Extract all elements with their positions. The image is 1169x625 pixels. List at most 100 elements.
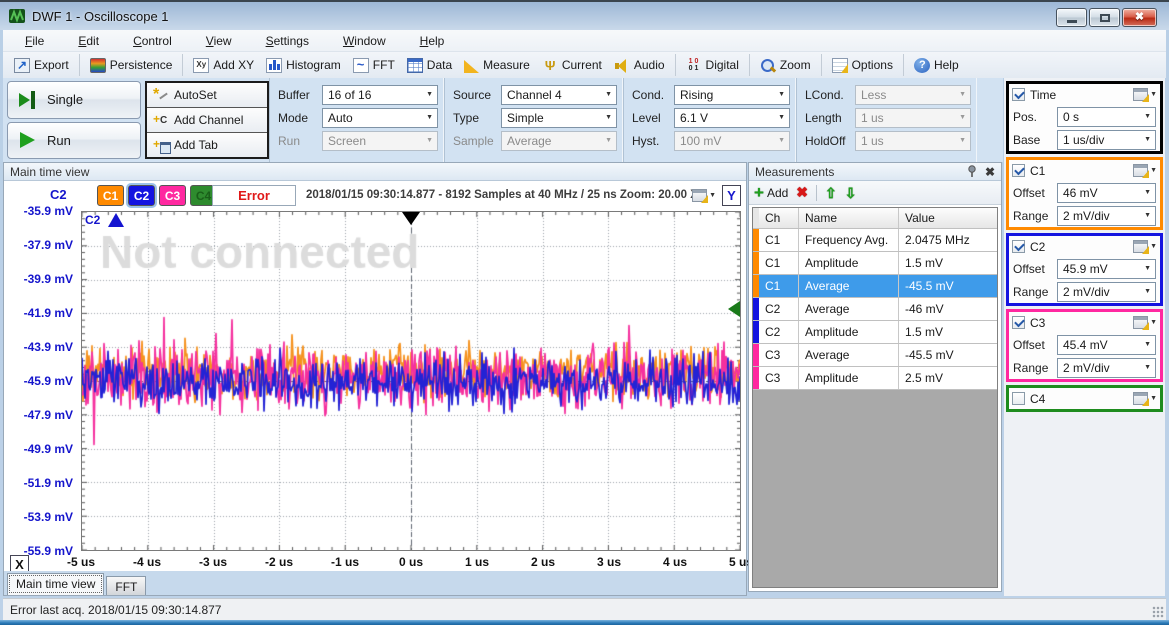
combo-field[interactable]: 45.4 mV▼: [1057, 335, 1156, 355]
chevron-down-icon[interactable]: ▼: [1150, 167, 1157, 174]
combo-field[interactable]: 1 us▼: [855, 131, 971, 151]
tab-fft[interactable]: FFT: [106, 576, 146, 595]
menu-item[interactable]: Window: [339, 32, 390, 50]
measurement-row[interactable]: C2 Amplitude 1.5 mV: [753, 321, 997, 344]
audio-button[interactable]: Audio: [609, 54, 672, 76]
delete-measurement-icon[interactable]: ✖: [796, 184, 808, 201]
minimize-button[interactable]: [1056, 8, 1087, 27]
move-down-icon[interactable]: ⇩: [845, 186, 857, 200]
c2-settings-icon[interactable]: [1133, 240, 1148, 253]
measurement-row[interactable]: C2 Average -46 mV: [753, 298, 997, 321]
combo-field[interactable]: Channel 4▼: [501, 85, 617, 105]
combo-field[interactable]: Simple▼: [501, 108, 617, 128]
c2-offset-marker-label: C2: [85, 213, 100, 227]
c2-checkbox[interactable]: [1012, 240, 1025, 253]
measurement-row[interactable]: C1 Average -45.5 mV: [753, 275, 997, 298]
pulse-fields: LCond. Less▼ Length 1 us▼ HoldOff 1 us▼: [796, 78, 977, 162]
waveform-plot[interactable]: C2: [81, 211, 741, 551]
combo-field[interactable]: Less▼: [855, 85, 971, 105]
move-up-icon[interactable]: ⇧: [825, 186, 837, 200]
c1-checkbox[interactable]: [1012, 164, 1025, 177]
combo-field[interactable]: 0 s▼: [1057, 107, 1156, 127]
menu-item[interactable]: File: [21, 32, 48, 50]
combo-field[interactable]: Screen▼: [322, 131, 438, 151]
measurement-row[interactable]: C3 Amplitude 2.5 mV: [753, 367, 997, 390]
chevron-down-icon[interactable]: ▼: [1150, 319, 1157, 326]
autoset-button[interactable]: AutoSet: [147, 83, 267, 108]
combo-field[interactable]: 45.9 mV▼: [1057, 259, 1156, 279]
channel-toggle-button[interactable]: C3: [159, 185, 186, 206]
chevron-down-icon[interactable]: ▼: [1150, 91, 1157, 98]
combo-field[interactable]: 16 of 16▼: [322, 85, 438, 105]
menu-item[interactable]: Settings: [262, 32, 313, 50]
combo-field[interactable]: Auto▼: [322, 108, 438, 128]
error-status-button[interactable]: Error: [212, 185, 296, 206]
add-xy-button[interactable]: Add XY: [182, 54, 261, 76]
menu-item[interactable]: View: [202, 32, 236, 50]
time-checkbox[interactable]: [1012, 88, 1025, 101]
trigger-level-marker[interactable]: [728, 301, 740, 317]
combo-field[interactable]: 1 us/div▼: [1057, 130, 1156, 150]
combo-field[interactable]: 2 mV/div▼: [1057, 206, 1156, 226]
close-button[interactable]: ✖: [1122, 8, 1157, 27]
group-title: C1: [1030, 164, 1045, 178]
menu-item[interactable]: Edit: [74, 32, 103, 50]
plot-settings-icon[interactable]: [692, 189, 707, 202]
combo-field[interactable]: 1 us▼: [855, 108, 971, 128]
combo-field[interactable]: Average▼: [501, 131, 617, 151]
channel-toggle-button[interactable]: C1: [97, 185, 124, 206]
measurement-row[interactable]: C1 Frequency Avg. 2.0475 MHz: [753, 229, 997, 252]
resize-grip[interactable]: [1152, 606, 1164, 618]
add-tab-button[interactable]: Add Tab: [147, 133, 267, 157]
measurement-row[interactable]: C1 Amplitude 1.5 mV: [753, 252, 997, 275]
export-button[interactable]: Export: [9, 54, 76, 76]
pin-icon[interactable]: [967, 165, 977, 178]
persistence-button[interactable]: Persistence: [79, 54, 180, 76]
combo-field[interactable]: 100 mV▼: [674, 131, 790, 151]
separator: [816, 185, 817, 201]
column-header-value[interactable]: Value: [899, 208, 997, 228]
c3-settings-icon[interactable]: [1133, 316, 1148, 329]
zoom-button[interactable]: Zoom: [749, 54, 818, 76]
combo-field[interactable]: 2 mV/div▼: [1057, 358, 1156, 378]
measure-button[interactable]: Measure: [459, 54, 537, 76]
help-button[interactable]: Help: [903, 54, 966, 76]
combo-field[interactable]: 2 mV/div▼: [1057, 282, 1156, 302]
c2-offset-marker[interactable]: [108, 213, 124, 227]
fft-button[interactable]: FFT: [348, 54, 402, 76]
combo-field[interactable]: 6.1 V▼: [674, 108, 790, 128]
digital-button[interactable]: Digital: [675, 54, 746, 76]
maximize-button[interactable]: [1089, 8, 1120, 27]
close-panel-icon[interactable]: ✖: [985, 165, 995, 179]
chevron-down-icon[interactable]: ▼: [1150, 243, 1157, 250]
options-button[interactable]: Options: [821, 54, 900, 76]
data-button[interactable]: Data: [402, 54, 459, 76]
c4-checkbox[interactable]: [1012, 392, 1025, 405]
histogram-button[interactable]: Histogram: [261, 54, 348, 76]
tab-main-time-view[interactable]: Main time view: [7, 573, 104, 595]
c1-settings-icon[interactable]: [1133, 164, 1148, 177]
combo-field[interactable]: 46 mV▼: [1057, 183, 1156, 203]
column-header-name[interactable]: Name: [799, 208, 899, 228]
waveform-canvas[interactable]: [82, 212, 740, 550]
column-header-ch[interactable]: Ch: [759, 208, 799, 228]
menu-item[interactable]: Help: [416, 32, 449, 50]
y-axis-button[interactable]: Y: [722, 185, 741, 206]
y-axis-channel-label[interactable]: C2: [50, 187, 67, 202]
current-button[interactable]: Current: [537, 54, 609, 76]
single-button[interactable]: Single: [7, 81, 141, 119]
add-measurement-button[interactable]: + Add: [754, 186, 788, 200]
measurement-row[interactable]: C3 Average -45.5 mV: [753, 344, 997, 367]
trigger-position-marker[interactable]: [402, 212, 420, 225]
combo-field[interactable]: Rising▼: [674, 85, 790, 105]
c4-settings-icon[interactable]: [1133, 392, 1148, 405]
chevron-down-icon[interactable]: ▼: [709, 192, 716, 199]
chevron-down-icon[interactable]: ▼: [1150, 395, 1157, 402]
chevron-down-icon: ▼: [422, 114, 437, 121]
add-channel-button[interactable]: Add Channel: [147, 108, 267, 133]
run-button[interactable]: Run: [7, 122, 141, 160]
time-settings-icon[interactable]: [1133, 88, 1148, 101]
c3-checkbox[interactable]: [1012, 316, 1025, 329]
channel-toggle-button[interactable]: C2: [128, 185, 155, 206]
menu-item[interactable]: Control: [129, 32, 176, 50]
